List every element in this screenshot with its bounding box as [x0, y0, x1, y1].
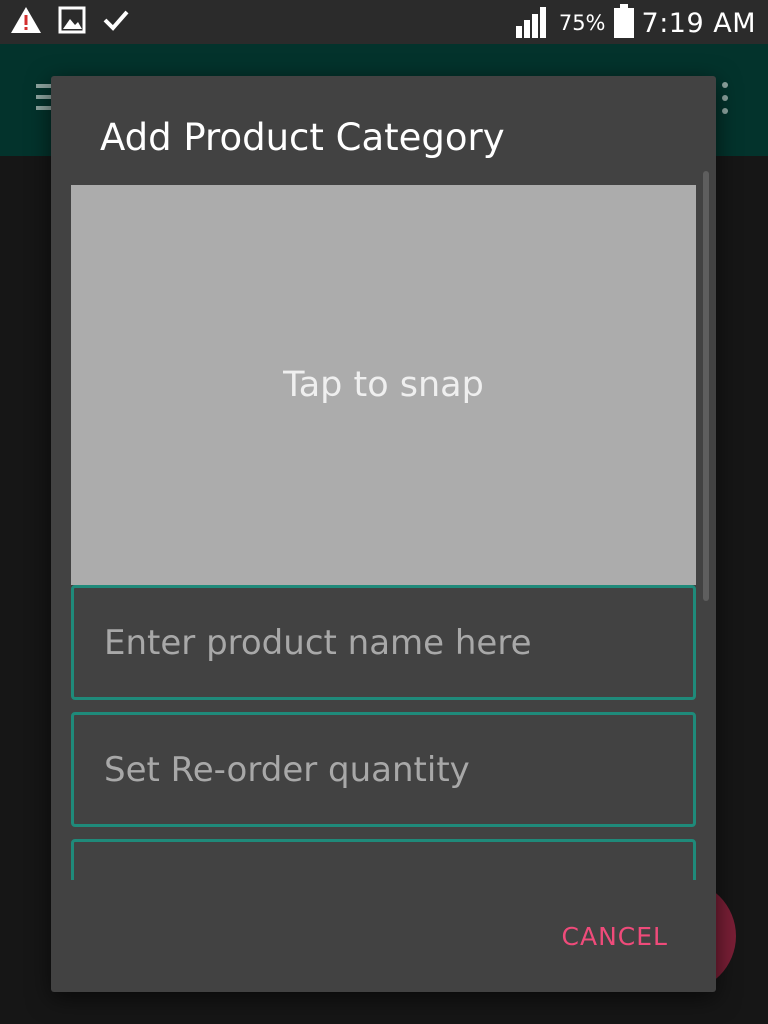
add-product-category-dialog: Add Product Category Tap to snap CANCEL: [51, 76, 716, 992]
tap-to-snap-label: Tap to snap: [283, 365, 484, 405]
dialog-title: Add Product Category: [100, 116, 505, 159]
notification-icons: [10, 6, 130, 38]
scrollbar[interactable]: [703, 171, 709, 601]
overflow-menu-icon[interactable]: [722, 82, 728, 121]
signal-icon: [515, 4, 551, 42]
dialog-content: Tap to snap: [71, 185, 696, 880]
reorder-quantity-field: [71, 712, 696, 827]
photo-capture-area[interactable]: Tap to snap: [71, 185, 696, 585]
check-icon: [102, 8, 130, 36]
cancel-button[interactable]: CANCEL: [562, 922, 668, 951]
battery-percent: 75%: [558, 11, 606, 35]
third-input[interactable]: [74, 842, 693, 880]
product-name-input[interactable]: [74, 588, 693, 697]
warning-icon: [10, 6, 42, 38]
third-field: [71, 839, 696, 880]
battery-icon: [613, 4, 634, 42]
reorder-quantity-input[interactable]: [74, 715, 693, 824]
image-icon: [58, 6, 86, 38]
product-name-field: [71, 585, 696, 700]
clock: 7:19 AM: [641, 7, 756, 39]
status-bar: 75% 7:19 AM: [0, 0, 768, 44]
system-icons: 75% 7:19 AM: [515, 4, 756, 42]
